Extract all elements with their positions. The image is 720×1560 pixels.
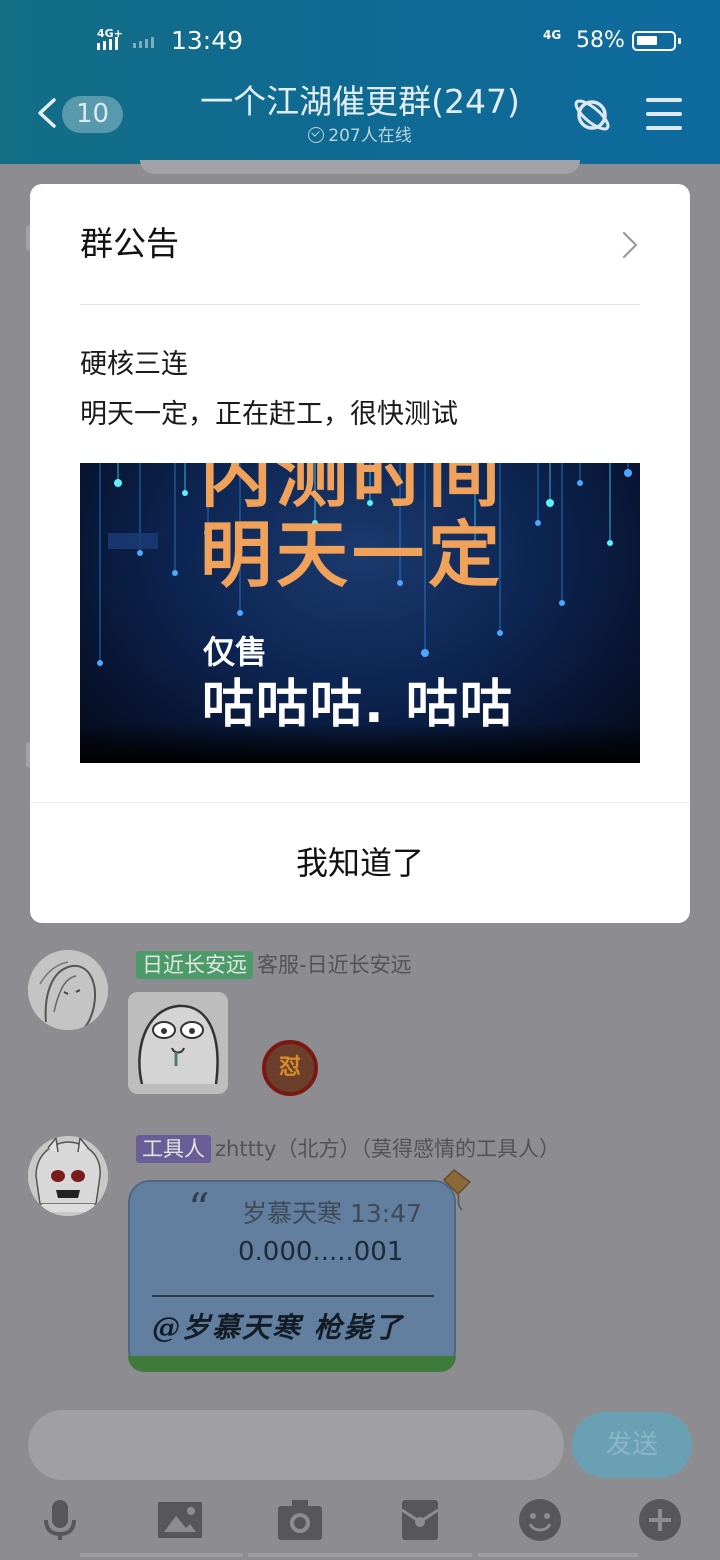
quote-divider [152, 1295, 434, 1297]
light-dot [577, 480, 583, 486]
status-bar: 4G+ 13:49 4G 58% [0, 0, 720, 80]
image-text-small: 仅售 [203, 633, 268, 671]
announcement-line: 硬核三连 [80, 349, 188, 380]
light-bar [108, 533, 158, 549]
quote-mark-icon: “ [188, 1184, 210, 1233]
light-dot [137, 550, 143, 556]
camera-icon[interactable] [278, 1498, 322, 1542]
tab-indicator [478, 1553, 638, 1557]
sender-line: 工具人 zhttty（北方）（莫得感情的工具人） [136, 1135, 560, 1163]
light-dot [497, 630, 503, 636]
reaction-label: 怼 [278, 1055, 301, 1080]
microphone-icon[interactable] [38, 1498, 82, 1542]
bubble-grass-decoration [128, 1356, 456, 1372]
sender-name[interactable]: 客服-日近长安远 [257, 953, 412, 977]
battery-percent: 58% [576, 28, 625, 53]
quote-text[interactable]: 0.000.....001 [238, 1236, 403, 1268]
chevron-right-icon[interactable] [620, 230, 640, 260]
tab-indicator [80, 1553, 243, 1557]
message-input[interactable] [28, 1410, 564, 1480]
sticker-image[interactable] [128, 992, 228, 1094]
image-text-big: 明天一定 [200, 513, 505, 597]
sender-name[interactable]: zhttty（北方）（莫得感情的工具人） [215, 1137, 560, 1161]
light-dot [97, 660, 103, 666]
light-dot [237, 610, 243, 616]
status-time: 13:49 [171, 26, 244, 55]
chat-header: 4G+ 13:49 4G 58% 10 一个江湖催更群(247) 207人在线 [0, 0, 720, 164]
kite-icon [442, 1169, 472, 1211]
red-packet-icon[interactable] [398, 1498, 442, 1542]
image-text-top: 内测时间 [200, 463, 505, 517]
send-button[interactable]: 发送 [572, 1412, 692, 1478]
quote-source: 岁慕天寒 13:47 [242, 1199, 422, 1228]
light-dot [559, 600, 565, 606]
light-dot [421, 649, 429, 657]
online-count: 207人在线 [0, 124, 720, 148]
reaction-badge[interactable]: 怼 [262, 1040, 318, 1096]
tab-indicator [248, 1553, 472, 1557]
menu-icon[interactable] [646, 98, 682, 130]
plus-icon[interactable] [638, 1498, 682, 1542]
avatar[interactable] [28, 1136, 108, 1216]
group-title[interactable]: 一个江湖催更群(247) [0, 82, 720, 122]
member-tag[interactable]: 日近长安远 [136, 951, 253, 979]
image-icon[interactable] [158, 1498, 202, 1542]
online-count-text: 207人在线 [328, 126, 412, 146]
light-dot [607, 540, 613, 546]
group-planet-icon[interactable] [572, 95, 612, 135]
light-dot [172, 570, 178, 576]
announcement-image[interactable]: 内测时间 明天一定 仅售 咕咕咕. 咕咕 [80, 463, 640, 763]
light-dot [624, 469, 632, 477]
signal-icon [97, 37, 118, 50]
light-dot [182, 490, 188, 496]
announcement-line: 明天一定，正在赶工，很快测试 [80, 399, 458, 430]
online-check-icon [308, 127, 325, 143]
light-dot [535, 520, 541, 526]
battery-icon [632, 31, 681, 51]
dialog-divider [80, 304, 640, 305]
signal-secondary-icon [133, 37, 154, 48]
dialog-title[interactable]: 群公告 [80, 224, 179, 264]
group-announcement-dialog: 群公告 硬核三连 明天一定，正在赶工，很快测试 内测时间 明天一定 仅售 咕咕咕… [30, 184, 690, 923]
network-type-right: 4G [543, 28, 562, 42]
emoji-icon[interactable] [518, 1498, 562, 1542]
light-dot [546, 499, 554, 507]
member-tag[interactable]: 工具人 [136, 1135, 211, 1163]
system-notice-pill [140, 160, 580, 174]
avatar[interactable] [28, 950, 108, 1030]
sender-line: 日近长安远 客服-日近长安远 [136, 951, 412, 979]
confirm-button[interactable]: 我知道了 [30, 803, 690, 923]
light-dot [114, 479, 122, 487]
reply-text[interactable]: @岁慕天寒 枪毙了 [152, 1310, 404, 1346]
